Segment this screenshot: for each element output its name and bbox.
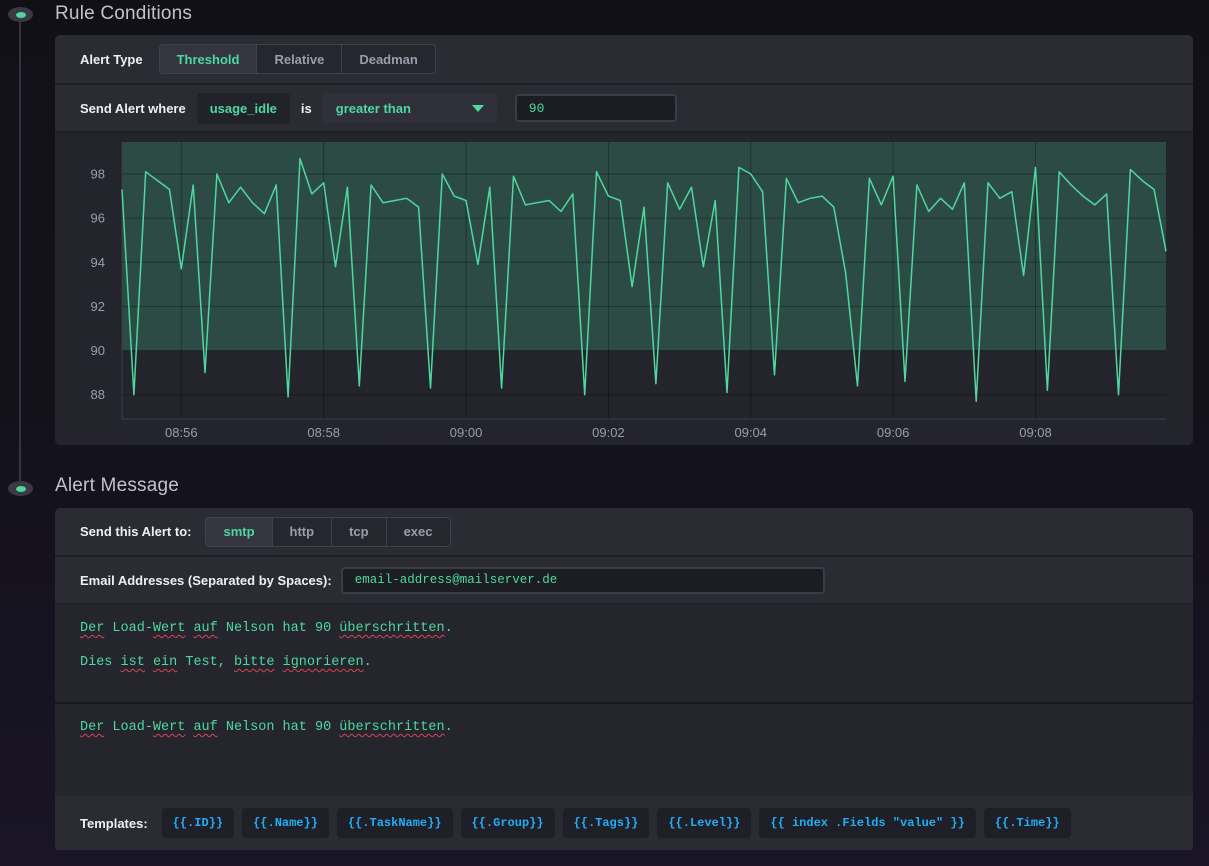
- timeline-dot-icon: [16, 486, 26, 492]
- template-chip[interactable]: {{.Group}}: [461, 808, 555, 838]
- threshold-value-input[interactable]: [515, 94, 677, 122]
- y-tick-label: 90: [91, 343, 105, 358]
- misspelled-word: ist: [121, 655, 145, 670]
- misspelled-word: bitte: [234, 655, 275, 670]
- misspelled-word: Wert: [153, 621, 185, 636]
- tab-relative[interactable]: Relative: [257, 45, 342, 73]
- rule-conditions-title: Rule Conditions: [55, 3, 192, 25]
- x-tick-label: 09:00: [450, 425, 483, 440]
- templates-label: Templates:: [80, 816, 148, 831]
- field-chip[interactable]: usage_idle: [197, 93, 290, 124]
- threshold-shade-region: [122, 142, 1166, 351]
- condition-row: Send Alert where usage_idle is greater t…: [55, 85, 1193, 131]
- misspelled-word: ignorieren: [283, 655, 364, 670]
- alert-message-title: Alert Message: [55, 475, 179, 497]
- alert-type-row: Alert Type ThresholdRelativeDeadman: [55, 35, 1193, 83]
- y-tick-label: 88: [91, 387, 105, 402]
- template-chip[interactable]: {{.TaskName}}: [337, 808, 453, 838]
- misspelled-word: auf: [193, 720, 217, 735]
- chevron-down-icon: [472, 105, 484, 112]
- template-chip[interactable]: {{.Time}}: [984, 808, 1071, 838]
- message-textarea[interactable]: Der Load-Wert auf Nelson hat 90 überschr…: [55, 605, 1193, 702]
- misspelled-word: Der: [80, 621, 104, 636]
- misspelled-word: ein: [153, 655, 177, 670]
- x-tick-label: 09:02: [592, 425, 625, 440]
- alert-message-panel: Send this Alert to: smtphttptcpexec Emai…: [55, 508, 1193, 852]
- y-tick-label: 92: [91, 299, 105, 314]
- alert-type-tabs: ThresholdRelativeDeadman: [159, 44, 436, 74]
- threshold-chart[interactable]: 88 90 92 94 96 98 08:56 08:58 09:00 09:02 09:04 09:…: [55, 133, 1193, 445]
- timeline-connector: [19, 14, 21, 488]
- chart-section: 88 90 92 94 96 98 08:56 08:58 09:00 09:02 09:04 09:…: [55, 133, 1193, 445]
- template-chip[interactable]: {{.Tags}}: [563, 808, 650, 838]
- is-label: is: [301, 101, 312, 116]
- email-addresses-input[interactable]: [341, 567, 825, 594]
- misspelled-word: auf: [193, 621, 217, 636]
- template-chips: {{.ID}} {{.Name}} {{.TaskName}} {{.Group}} {…: [148, 808, 1071, 838]
- template-chip[interactable]: {{.Name}}: [242, 808, 329, 838]
- operator-dropdown[interactable]: greater than: [323, 93, 497, 123]
- template-chip[interactable]: {{.Level}}: [657, 808, 751, 838]
- x-tick-label: 08:58: [307, 425, 340, 440]
- misspelled-word: Der: [80, 720, 104, 735]
- tab-smtp[interactable]: smtp: [206, 518, 272, 546]
- send-to-label: Send this Alert to:: [80, 524, 191, 539]
- email-addresses-label: Email Addresses (Separated by Spaces):: [80, 573, 332, 588]
- x-tick-label: 09:06: [877, 425, 910, 440]
- alert-type-label: Alert Type: [80, 52, 143, 67]
- tab-exec[interactable]: exec: [387, 518, 450, 546]
- misspelled-word: überschritten: [339, 720, 444, 735]
- misspelled-word: Wert: [153, 720, 185, 735]
- y-tick-label: 98: [91, 167, 105, 182]
- tab-deadman[interactable]: Deadman: [342, 45, 435, 73]
- x-tick-label: 09:04: [734, 425, 767, 440]
- y-tick-label: 96: [91, 211, 105, 226]
- message-preview: Der Load-Wert auf Nelson hat 90 überschr…: [55, 704, 1193, 796]
- templates-row: Templates: {{.ID}} {{.Name}} {{.TaskName}}…: [55, 796, 1193, 850]
- timeline-node-message: [8, 481, 33, 496]
- tab-http[interactable]: http: [273, 518, 333, 546]
- tab-tcp[interactable]: tcp: [332, 518, 387, 546]
- y-tick-label: 94: [91, 255, 105, 270]
- x-tick-label: 09:08: [1019, 425, 1052, 440]
- timeline-node-rule: [8, 7, 33, 22]
- endpoint-tabs: smtphttptcpexec: [205, 517, 450, 547]
- template-chip[interactable]: {{.ID}}: [162, 808, 234, 838]
- misspelled-word: überschritten: [339, 621, 444, 636]
- send-to-row: Send this Alert to: smtphttptcpexec: [55, 508, 1193, 555]
- tab-threshold[interactable]: Threshold: [160, 45, 258, 73]
- send-alert-where-label: Send Alert where: [80, 101, 186, 116]
- template-chip[interactable]: {{ index .Fields "value" }}: [759, 808, 975, 838]
- email-row: Email Addresses (Separated by Spaces):: [55, 557, 1193, 603]
- x-tick-label: 08:56: [165, 425, 198, 440]
- timeline-dot-icon: [16, 12, 26, 18]
- rule-conditions-panel: Alert Type ThresholdRelativeDeadman Send…: [55, 35, 1193, 445]
- operator-dropdown-value: greater than: [336, 101, 411, 116]
